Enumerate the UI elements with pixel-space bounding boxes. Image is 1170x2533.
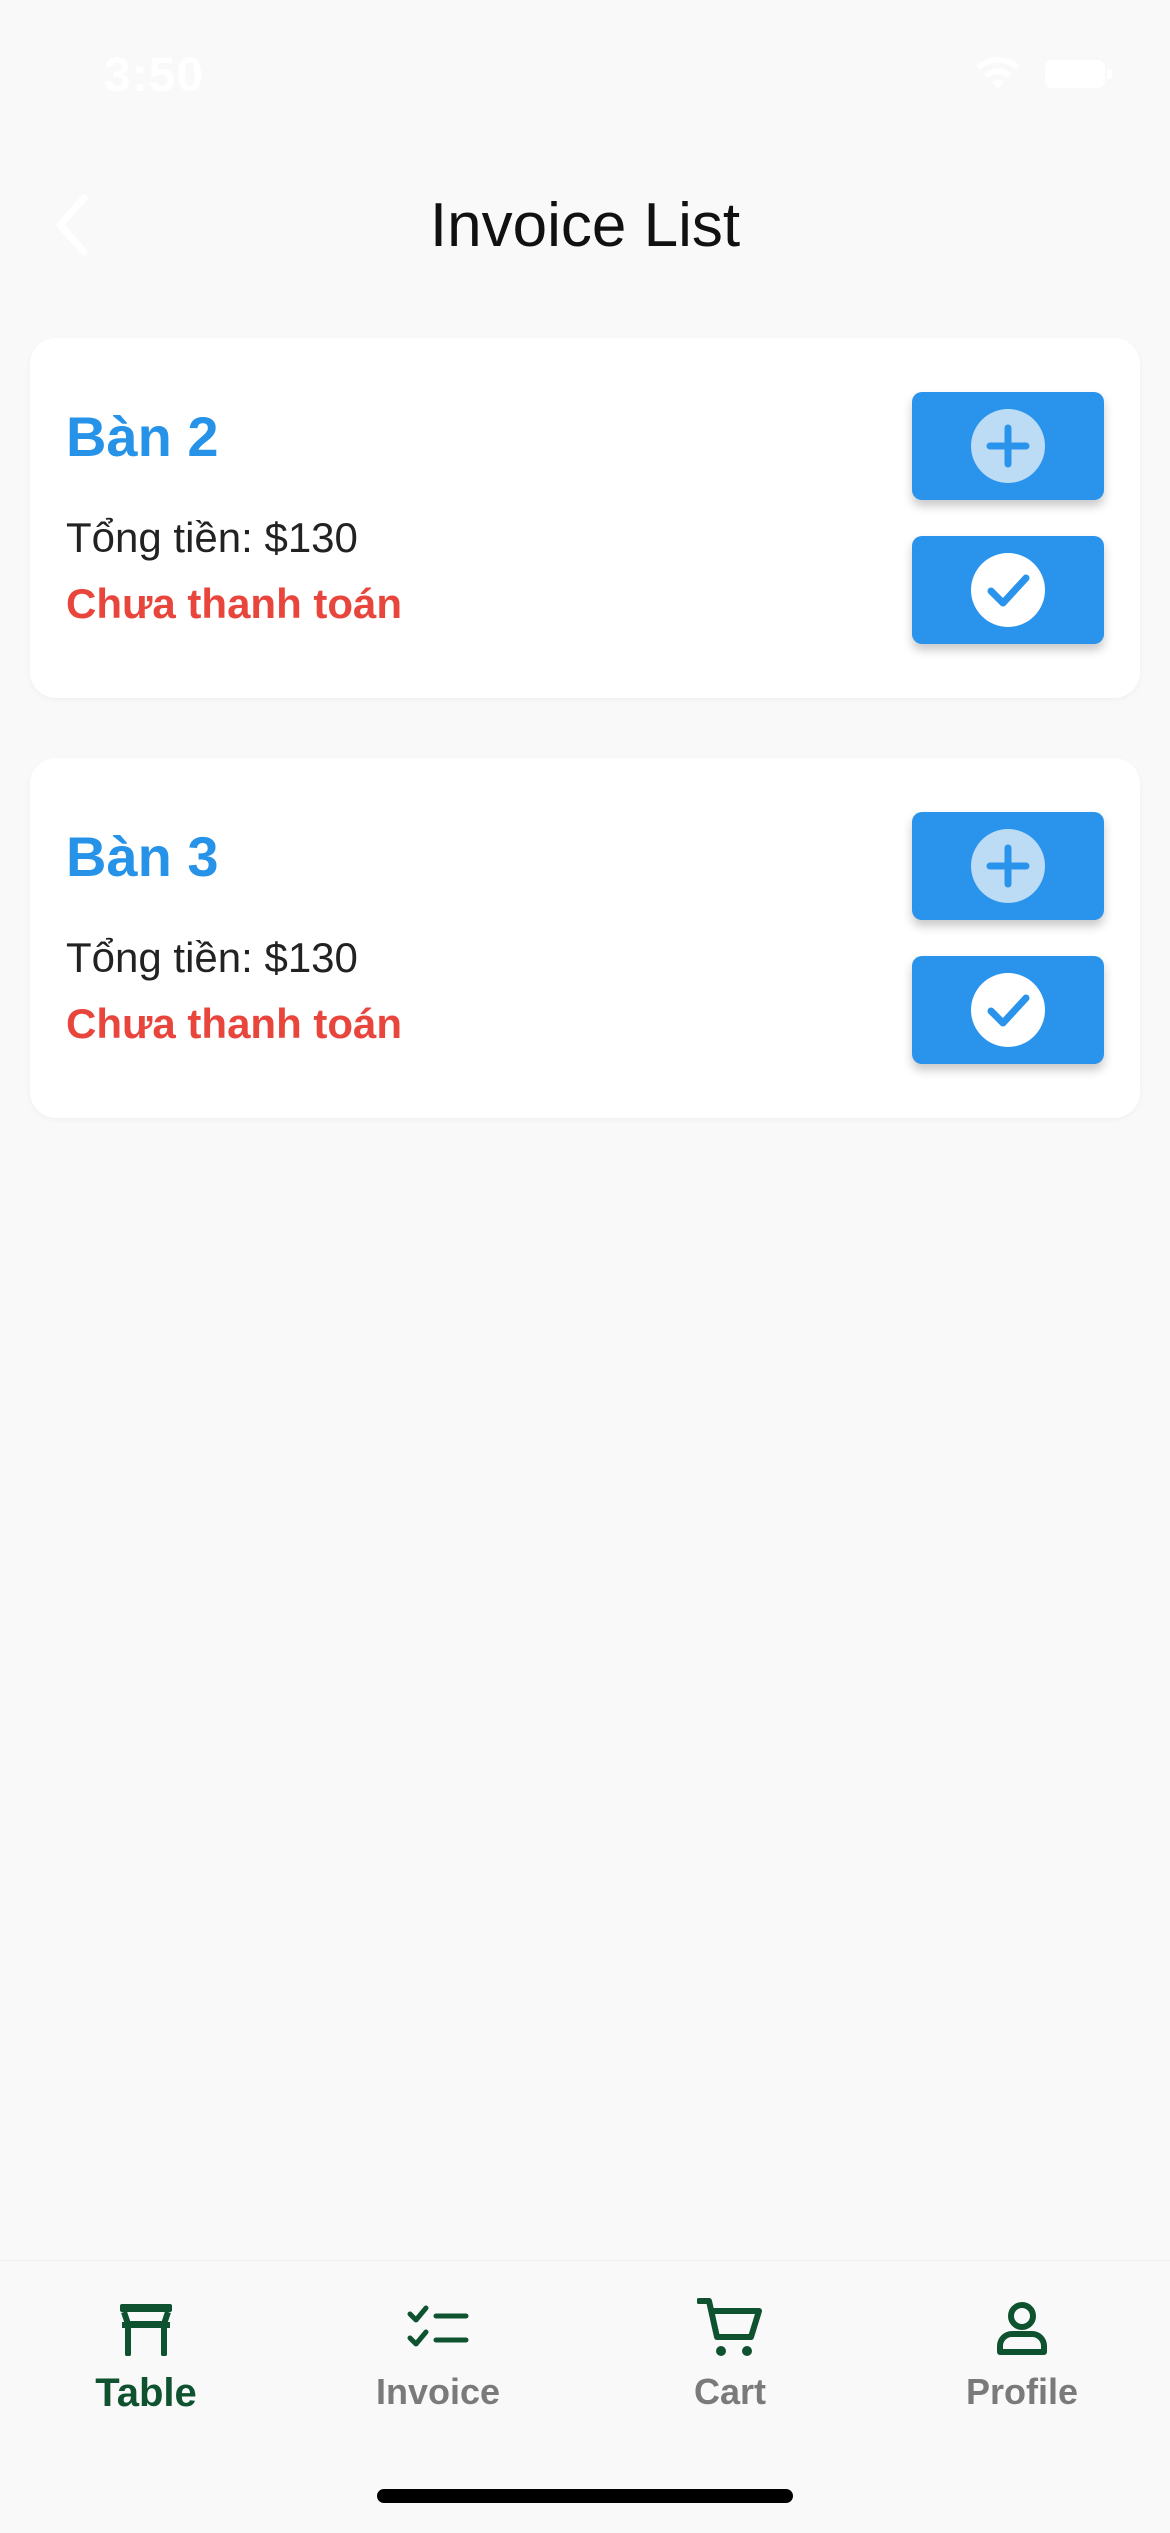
table-name: Bàn 2 [66, 405, 219, 468]
invoice-total: Tổng tiền: $130 [66, 934, 358, 981]
invoice-list: Bàn 2 Tổng tiền: $130 Chưa thanh toán Bà… [30, 338, 1140, 1178]
tab-cart[interactable]: Cart [584, 2293, 876, 2433]
payment-status: Chưa thanh toán [66, 1000, 403, 1047]
status-time: 3:50 [104, 49, 205, 102]
tab-table[interactable]: Table [0, 2293, 292, 2433]
wifi-icon [974, 56, 1022, 92]
tab-label: Cart [693, 2371, 767, 2412]
status-icons [974, 56, 1114, 92]
status-bar: 3:50 [0, 0, 1170, 140]
tab-label: Profile [965, 2371, 1079, 2412]
plus-circle-icon [971, 409, 1045, 483]
table-name: Bàn 3 [66, 825, 219, 888]
home-indicator [377, 2489, 793, 2503]
cart-icon [697, 2293, 763, 2363]
checklist-icon [406, 2293, 470, 2363]
confirm-payment-button[interactable] [912, 536, 1104, 644]
battery-icon [1044, 58, 1114, 90]
tab-profile[interactable]: Profile [876, 2293, 1168, 2433]
add-items-button[interactable] [912, 812, 1104, 920]
invoice-card: Bàn 3 Tổng tiền: $130 Chưa thanh toán [30, 758, 1140, 1118]
nav-bar: Invoice List [0, 160, 1170, 290]
plus-circle-icon [971, 829, 1045, 903]
tab-label: Table [95, 2371, 197, 2415]
page-title: Invoice List [429, 191, 741, 260]
table-icon [114, 2293, 178, 2363]
confirm-payment-button[interactable] [912, 956, 1104, 1064]
profile-icon [994, 2293, 1050, 2363]
check-circle-icon [971, 973, 1045, 1047]
tab-label: Invoice [375, 2371, 501, 2412]
add-items-button[interactable] [912, 392, 1104, 500]
check-circle-icon [971, 553, 1045, 627]
invoice-card: Bàn 2 Tổng tiền: $130 Chưa thanh toán [30, 338, 1140, 698]
payment-status: Chưa thanh toán [66, 580, 403, 627]
invoice-total: Tổng tiền: $130 [66, 514, 358, 561]
tab-invoice[interactable]: Invoice [292, 2293, 584, 2433]
